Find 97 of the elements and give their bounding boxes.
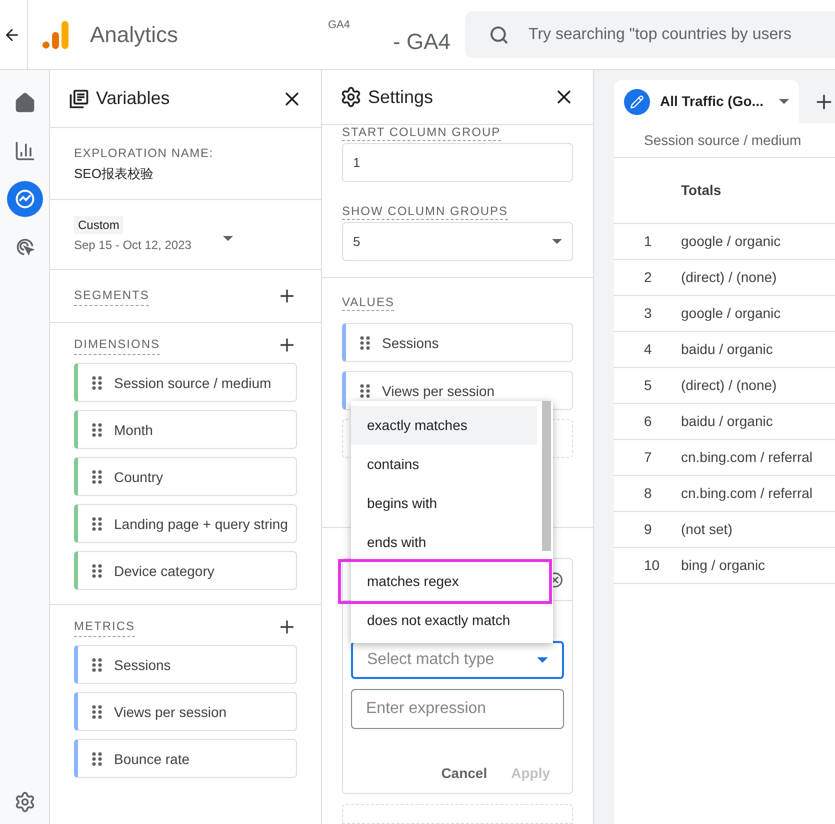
table-cell-text: (direct) / (none) <box>681 376 777 395</box>
table-cell-text: (not set) <box>681 520 732 539</box>
variable-chip[interactable]: Month <box>74 410 297 449</box>
panel-title: Settings <box>368 86 434 109</box>
variable-chip[interactable]: Bounce rate <box>74 739 297 778</box>
drag-handle-icon[interactable] <box>92 516 102 530</box>
row-number: 6 <box>643 412 653 431</box>
caret-icon <box>552 239 562 244</box>
section-label: SHOW COLUMN GROUPS <box>342 204 508 220</box>
table-cell-text: baidu / organic <box>681 340 773 359</box>
select-field[interactable]: 5 <box>342 222 573 262</box>
totals-label: Totals <box>681 181 722 200</box>
property-name: - GA4 <box>393 28 451 56</box>
drag-handle-icon[interactable] <box>92 564 102 578</box>
variable-chip[interactable]: Device category <box>74 551 297 590</box>
bar-chart-icon <box>14 140 36 162</box>
row-number: 4 <box>643 340 653 359</box>
column-header: Session source / medium <box>644 130 802 150</box>
drag-handle-icon[interactable] <box>92 422 102 436</box>
drag-handle-icon[interactable] <box>92 752 102 766</box>
variable-chip[interactable]: Sessions <box>342 323 573 362</box>
table-cell-text: google / organic <box>681 304 781 323</box>
list-icon <box>68 88 90 110</box>
expression-field[interactable]: Enter expression <box>351 689 564 729</box>
caret-icon <box>779 99 790 104</box>
chip-label: Device category <box>114 562 214 580</box>
table-cell-text: cn.bing.com / referral <box>681 448 812 467</box>
property-label: GA4 <box>328 18 350 33</box>
variable-chip[interactable]: Views per session <box>74 692 297 731</box>
chip-label: Bounce rate <box>114 750 190 768</box>
dialog-button[interactable]: Cancel <box>433 759 496 788</box>
date-badge: Custom <box>74 216 124 234</box>
menu-item[interactable]: begins with <box>351 484 537 523</box>
menu-item[interactable]: exactly matches <box>351 406 537 445</box>
edit-icon <box>624 88 650 114</box>
chip-label: Landing page + query string <box>114 514 288 534</box>
menu-item[interactable]: contains <box>351 445 537 484</box>
row-number: 9 <box>643 520 653 539</box>
row-number: 1 <box>643 232 653 251</box>
date-range-picker[interactable]: Custom Sep 15 - Oct 12, 2023 <box>50 200 321 270</box>
tab-label: All Traffic (Go... <box>660 92 764 111</box>
date-range: Sep 15 - Oct 12, 2023 <box>74 236 192 254</box>
chip-label: Views per session <box>382 382 495 401</box>
row-number: 2 <box>643 268 653 287</box>
row-number: 10 <box>643 556 661 575</box>
table-cell-text: google / organic <box>681 232 781 251</box>
menu-item[interactable]: ends with <box>351 523 537 562</box>
chip-label: Sessions <box>382 334 439 353</box>
table-cell-text: bing / organic <box>681 556 766 575</box>
panel-title: Variables <box>96 87 170 110</box>
menu-item[interactable]: does not exactly match <box>351 601 537 640</box>
scrollbar[interactable] <box>542 401 551 551</box>
table-cell-text: cn.bing.com / referral <box>681 484 812 503</box>
select-placeholder: Select match type <box>367 650 494 670</box>
section-label: START COLUMN GROUP <box>342 125 501 142</box>
drag-handle-icon[interactable] <box>92 470 102 484</box>
section-label: DIMENSIONS <box>74 335 160 355</box>
row-number: 3 <box>643 304 653 323</box>
drag-handle-icon[interactable] <box>360 384 370 398</box>
drag-handle-icon[interactable] <box>360 336 370 350</box>
chip-label: Month <box>114 420 153 440</box>
section-label: VALUES <box>342 295 394 312</box>
drag-handle-icon[interactable] <box>92 376 102 390</box>
section-label: SEGMENTS <box>74 286 150 306</box>
section-label: METRICS <box>74 617 135 637</box>
exploration-name[interactable]: SEO报表校验 <box>74 164 297 184</box>
menu-item[interactable]: matches regex <box>341 562 549 601</box>
caret-icon <box>223 236 234 241</box>
chip-label: Session source / medium <box>114 374 272 392</box>
search-field[interactable]: Try searching "top countries by users <box>464 11 835 58</box>
analytics-logo <box>42 20 70 50</box>
report-tab[interactable]: All Traffic (Go... <box>614 80 799 123</box>
field-label: EXPLORATION NAME: <box>74 145 214 162</box>
settings-icon <box>14 791 36 813</box>
chip-label: Country <box>114 468 164 486</box>
trend-chart-icon <box>14 188 36 210</box>
variable-chip[interactable]: Landing page + query string <box>74 504 297 543</box>
table-cell-text: (direct) / (none) <box>681 268 777 287</box>
search-placeholder: Try searching "top countries by users <box>528 24 792 44</box>
drag-handle-icon[interactable] <box>92 704 102 718</box>
row-number: 8 <box>643 484 653 503</box>
table-cell-text: baidu / organic <box>681 412 773 431</box>
row-number: 5 <box>643 376 653 395</box>
search-icon <box>488 24 509 44</box>
settings-icon <box>340 86 362 108</box>
home-icon <box>14 92 36 114</box>
chip-label: Views per session <box>114 702 227 722</box>
drag-handle-icon[interactable] <box>92 658 102 672</box>
number-field[interactable]: 1 <box>342 143 573 182</box>
variable-chip[interactable]: Session source / medium <box>74 363 297 402</box>
caret-icon <box>537 657 548 663</box>
row-number: 7 <box>643 448 653 467</box>
variable-chip[interactable]: Sessions <box>74 645 297 684</box>
nav-rail-button[interactable] <box>6 181 42 217</box>
app-name: Analytics <box>90 21 178 49</box>
chip-label: Sessions <box>114 656 171 674</box>
variable-chip[interactable]: Country <box>74 457 297 496</box>
